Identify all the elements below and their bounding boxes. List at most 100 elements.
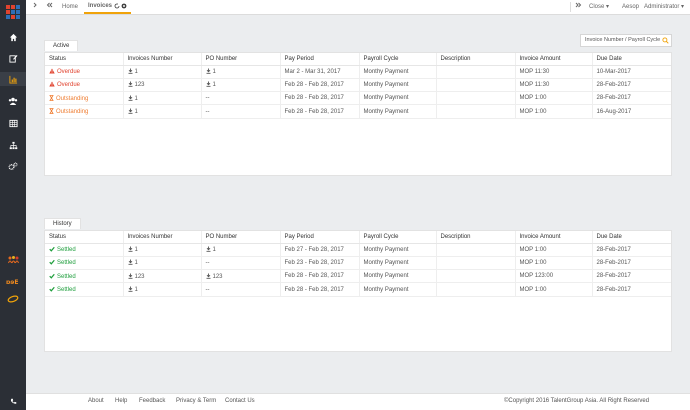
- po-number-cell[interactable]: --: [201, 104, 281, 119]
- status-text: Settled: [57, 273, 76, 280]
- po-number[interactable]: --: [206, 260, 210, 266]
- po-number[interactable]: 1: [213, 247, 216, 253]
- column-header-invoices-number: Invoices Number: [123, 53, 202, 66]
- invoice-number[interactable]: 1: [135, 260, 138, 266]
- payroll-cycle-cell: Monthy Payment: [359, 256, 437, 271]
- close-tab-icon[interactable]: [121, 3, 127, 9]
- double-chevron-right-icon[interactable]: [575, 0, 582, 14]
- download-icon[interactable]: [128, 108, 133, 114]
- check-icon: [49, 246, 55, 252]
- invoice-number[interactable]: 1: [135, 69, 138, 75]
- download-icon[interactable]: [128, 95, 133, 101]
- table-row[interactable]: Overdue 1 1 Mar 2 - Mar 31, 2017 Monthy Paym…: [45, 65, 671, 79]
- footer-link-privacy[interactable]: Privacy & Term: [176, 398, 216, 404]
- invoice-number[interactable]: 1: [135, 247, 138, 253]
- home-icon[interactable]: [0, 30, 26, 44]
- invoice-amount-cell: MOP 11:30: [515, 78, 593, 93]
- invoice-number[interactable]: 1: [135, 96, 138, 102]
- invoice-number[interactable]: 123: [135, 274, 145, 280]
- search-input[interactable]: Invoice Number / Payroll Cycle: [580, 34, 672, 47]
- po-number-cell[interactable]: --: [201, 256, 281, 271]
- double-chevron-left-icon[interactable]: [46, 0, 53, 14]
- table-row[interactable]: Outstanding 1 -- Feb 28 - Feb 28, 2017 Month…: [45, 104, 671, 119]
- partner-logo-people[interactable]: [0, 256, 26, 264]
- table-icon[interactable]: [0, 116, 26, 130]
- due-date-cell: 10-Mar-2017: [592, 65, 671, 79]
- status-cell: Settled: [45, 243, 124, 257]
- po-number[interactable]: --: [206, 287, 210, 293]
- download-icon[interactable]: [206, 273, 211, 279]
- po-number-cell[interactable]: --: [201, 282, 281, 297]
- invoice-number-cell[interactable]: 1: [123, 243, 202, 257]
- table-row[interactable]: Settled 1 1 Feb 27 - Feb 28, 2017 Monthy Pay…: [45, 243, 671, 257]
- table-row[interactable]: Outstanding 1 -- Feb 28 - Feb 28, 2017 Month…: [45, 91, 671, 106]
- download-icon[interactable]: [128, 273, 133, 279]
- column-header-status: Status: [45, 231, 124, 244]
- download-icon[interactable]: [128, 259, 133, 266]
- invoice-number[interactable]: 1: [135, 109, 138, 115]
- user-role-dropdown[interactable]: Administrator ▾: [644, 0, 684, 14]
- history-section-title: History: [44, 218, 81, 229]
- po-number[interactable]: --: [206, 109, 210, 115]
- user-name[interactable]: Aesop: [622, 0, 639, 14]
- phone-icon[interactable]: [0, 398, 26, 405]
- partner-logo-ring[interactable]: [0, 295, 26, 303]
- invoice-number-cell[interactable]: 123: [123, 269, 202, 284]
- download-icon[interactable]: [128, 286, 133, 292]
- table-row[interactable]: Settled 123 123 Feb 28 - Feb 28, 2017 Monthy…: [45, 269, 671, 284]
- settings-gears-icon[interactable]: [0, 159, 26, 173]
- status-text: Settled: [57, 260, 76, 267]
- table-row[interactable]: Overdue 123 1 Feb 28 - Feb 28, 2017 Monthy P…: [45, 78, 671, 93]
- edit-icon[interactable]: [0, 51, 26, 65]
- description-cell: [436, 91, 516, 106]
- table-row[interactable]: Settled 1 -- Feb 28 - Feb 28, 2017 Monthy Pa…: [45, 282, 671, 297]
- download-icon[interactable]: [128, 246, 133, 252]
- po-number[interactable]: --: [206, 95, 210, 101]
- po-number-cell[interactable]: --: [201, 91, 281, 106]
- status-cell: Overdue: [45, 78, 124, 93]
- invoice-number-cell[interactable]: 1: [123, 65, 202, 79]
- footer-link-feedback[interactable]: Feedback: [139, 398, 165, 404]
- description-cell: [436, 104, 516, 119]
- footer-link-contact[interactable]: Contact Us: [225, 398, 255, 404]
- po-number-cell[interactable]: 1: [201, 65, 281, 79]
- reports-chart-icon[interactable]: [0, 72, 26, 86]
- search-icon[interactable]: [659, 35, 671, 46]
- table-row[interactable]: Settled 1 -- Feb 23 - Feb 28, 2017 Monthy Pa…: [45, 256, 671, 271]
- po-number[interactable]: 1: [213, 69, 216, 75]
- footer-link-help[interactable]: Help: [115, 398, 127, 404]
- chevron-right-icon[interactable]: [32, 0, 38, 14]
- po-number-cell[interactable]: 123: [201, 269, 281, 284]
- refresh-icon[interactable]: [114, 3, 120, 9]
- po-number-cell[interactable]: 1: [201, 243, 281, 257]
- invoice-number[interactable]: 123: [135, 82, 145, 88]
- due-date-cell: 28-Feb-2017: [592, 243, 671, 257]
- po-number[interactable]: 1: [213, 82, 216, 88]
- footer-link-about[interactable]: About: [88, 398, 104, 404]
- invoice-number[interactable]: 1: [135, 287, 138, 293]
- users-icon[interactable]: [0, 94, 26, 108]
- org-chart-icon[interactable]: [0, 138, 26, 152]
- po-number-cell[interactable]: 1: [201, 78, 281, 93]
- invoice-number-cell[interactable]: 1: [123, 91, 202, 106]
- download-icon[interactable]: [206, 68, 211, 74]
- close-dropdown[interactable]: Close ▾: [589, 0, 609, 14]
- column-header-description: Description: [436, 231, 516, 244]
- invoice-number-cell[interactable]: 1: [123, 282, 202, 297]
- app-logo[interactable]: [6, 5, 20, 19]
- download-icon[interactable]: [206, 81, 211, 88]
- tab-home[interactable]: Home: [62, 0, 78, 14]
- download-icon[interactable]: [128, 81, 133, 88]
- tab-invoices[interactable]: Invoices: [84, 0, 132, 14]
- pay-period-cell: Feb 28 - Feb 28, 2017: [280, 78, 360, 93]
- po-number[interactable]: 123: [213, 274, 223, 280]
- status-text: Settled: [57, 287, 76, 294]
- partner-logo-text[interactable]: ɒɘE: [0, 278, 26, 285]
- invoice-number-cell[interactable]: 1: [123, 256, 202, 271]
- column-header-pay-period: Pay Period: [280, 53, 360, 66]
- invoice-number-cell[interactable]: 1: [123, 104, 202, 119]
- download-icon[interactable]: [206, 246, 211, 252]
- due-date-cell: 28-Feb-2017: [592, 256, 671, 271]
- download-icon[interactable]: [128, 68, 133, 74]
- invoice-number-cell[interactable]: 123: [123, 78, 202, 93]
